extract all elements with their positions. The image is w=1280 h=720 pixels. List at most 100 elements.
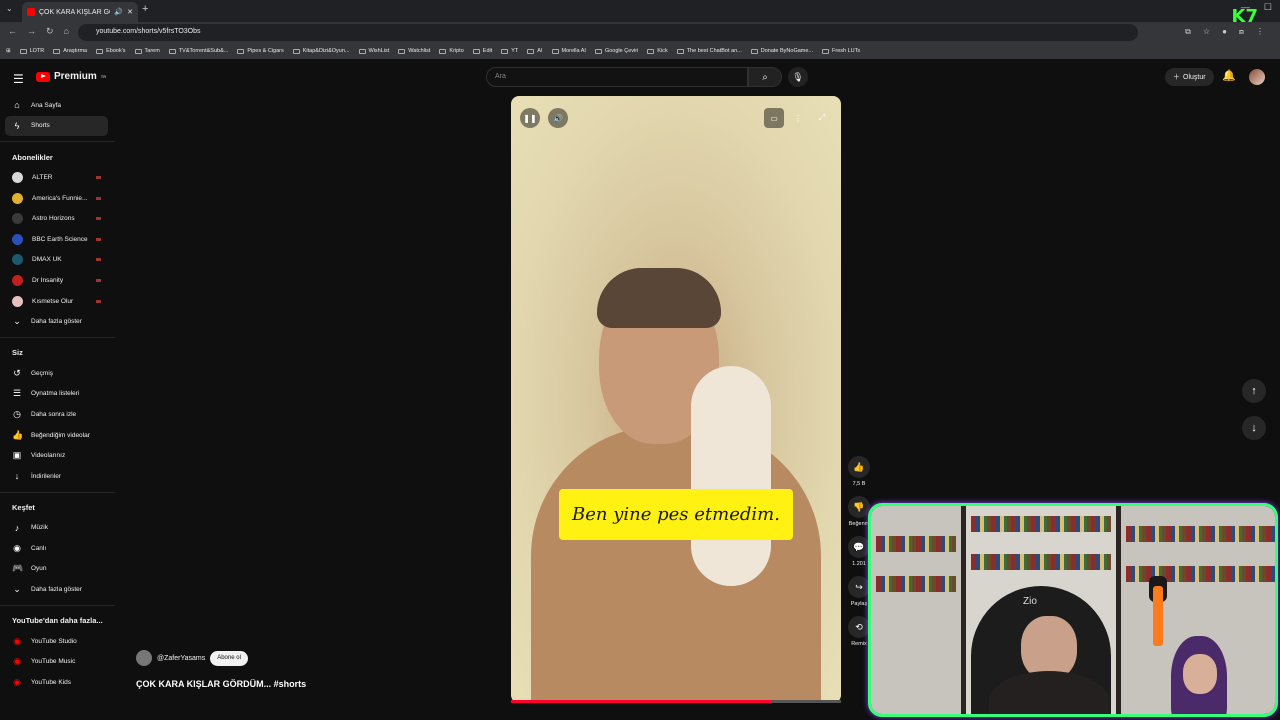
more-options-button[interactable]: ⋮ [788,108,808,128]
sidebar-item[interactable]: Dr Insanity [0,270,115,291]
shorts-video-player[interactable]: ❚❚ 🔊 ▭ ⋮ ⤢ Ben yine pes etmedim. [511,96,841,703]
bookmark-item[interactable]: Kripto [439,48,464,54]
forward-icon[interactable]: → [27,26,36,37]
new-tab-button[interactable]: + [142,3,148,15]
sidebar-item[interactable]: ◉ YouTube Kids [0,672,115,693]
search-button[interactable]: ⌕ [748,67,782,87]
share-button[interactable]: ↪ [848,576,870,598]
bookmark-label: Ebook's [106,48,126,54]
short-title[interactable]: ÇOK KARA KIŞLAR GÖRDÜM... #shorts [136,679,306,689]
bookmark-item[interactable]: YT [501,48,518,54]
remix-button[interactable]: ⟲ [848,616,870,638]
bookmark-item[interactable]: Donate ByNoGame... [750,48,814,54]
back-icon[interactable]: ← [8,26,17,37]
bookmark-item[interactable]: AI [527,48,543,54]
bookmark-label: Watchlist [408,48,431,54]
bookmark-item[interactable]: Tarem [134,48,160,54]
bookmark-label: Donate ByNoGame... [760,48,814,54]
channel-avatar[interactable] [136,650,152,666]
sidebar-section-title[interactable]: Siz [0,343,115,363]
remix-label: Remix [851,641,867,647]
dislike-button[interactable]: 👎 [848,496,870,518]
bookmark-item[interactable]: WishList [358,48,389,54]
browser-tab[interactable]: ÇOK KARA KIŞLAR GÖRDÜM 🔊 ✕ [22,2,138,22]
bookmark-item[interactable]: Watchlist [398,48,430,54]
bookmark-item[interactable]: Fresh LUTs [822,48,860,54]
sidebar-item[interactable]: ☰ Oynatma listeleri [0,384,115,405]
bookmark-star-icon[interactable]: ☆ [1203,27,1210,37]
share-label: Paylaş [850,601,868,607]
bookmark-item[interactable]: Kick [647,48,668,54]
cast-icon[interactable]: ⧉ [1185,27,1191,37]
next-short-button[interactable]: ↓ [1242,416,1266,440]
account-avatar[interactable] [1249,69,1265,85]
sidebar-item[interactable]: DMAX UK [0,250,115,271]
sidebar-item[interactable]: ⌄ Daha fazla göster [0,579,115,600]
video-progress-bar[interactable] [511,700,841,703]
fullscreen-button[interactable]: ⤢ [812,108,832,128]
bookmark-item[interactable]: Araştırma [53,48,87,54]
youtube-logo[interactable]: Premium TR [36,71,106,82]
remix-icon: ⟲ [855,621,863,632]
bookmark-item[interactable]: Google Çeviri [594,48,638,54]
sidebar-item[interactable]: ♪ Müzik [0,518,115,539]
history-icon: ↺ [13,367,21,378]
sidebar-item[interactable]: ◉ YouTube Music [0,651,115,672]
captions-button[interactable]: ▭ [764,108,784,128]
sidebar-item[interactable]: ◷ Daha sonra izle [0,404,115,425]
search-input[interactable]: Ara [486,67,748,87]
bookmark-item[interactable]: LOTR [19,48,44,54]
hamburger-menu-icon[interactable]: ☰ [13,72,24,86]
sidebar-item[interactable]: ⌄ Daha fazla göster [0,311,115,332]
sidebar-item[interactable]: ⌂ Ana Sayfa [0,95,115,116]
notifications-bell-icon[interactable]: 🔔 [1222,69,1236,82]
channel-handle[interactable]: @ZaferYasams [157,655,205,662]
comments-button[interactable]: 💬 [848,536,870,558]
sidebar-item[interactable]: ↓ İndirilenler [0,466,115,487]
sidebar-item[interactable]: 🎮 Oyun [0,559,115,580]
sidebar-item[interactable]: ϟ Shorts [5,115,108,137]
sidebar-item[interactable]: Kısmetse Olur [0,291,115,312]
create-button[interactable]: ＋ Oluştur [1165,68,1214,86]
sidebar-item[interactable]: Astro Horizons [0,208,115,229]
bookmark-item[interactable]: TV&Torrent&Sub&... [168,48,228,54]
sidebar-item[interactable]: BBC Earth Science [0,229,115,250]
sidebar-item[interactable]: ▣ Videolarınız [0,445,115,466]
sidebar-item[interactable]: ↺ Geçmiş [0,363,115,384]
volume-button[interactable]: 🔊 [548,108,568,128]
arrow-down-icon: ↓ [1251,422,1257,434]
bookmark-item[interactable]: Morella AI [551,48,586,54]
reload-icon[interactable]: ↻ [46,26,54,37]
guest-face [1183,654,1217,694]
sidebar-item[interactable]: America's Funnie... [0,188,115,209]
tab-audio-icon[interactable]: 🔊 [114,8,123,16]
previous-short-button[interactable]: ↑ [1242,379,1266,403]
sidebar-item[interactable]: ◉ YouTube Studio [0,631,115,652]
like-button[interactable]: 👍 [848,456,870,478]
sidebar-item[interactable]: ◉ Canlı [0,538,115,559]
sidebar-section-title[interactable]: YouTube'dan daha fazla... [0,611,115,631]
menu-icon[interactable]: ⋮ [1256,27,1264,37]
sidebar-section-title[interactable]: Abonelikler [0,147,115,167]
sidebar-section-title[interactable]: Keşfet [0,498,115,518]
extension-icon[interactable]: ● [1222,27,1227,37]
bookmark-item[interactable]: Pipes & Cigars [237,48,284,54]
bookmark-item[interactable]: Kitap&Dizi&Oyun... [292,48,350,54]
subscribe-button[interactable]: Abone ol [210,650,248,666]
tab-close-icon[interactable]: ✕ [127,8,133,16]
home-icon[interactable]: ⌂ [64,26,69,37]
bookmark-item[interactable]: The best ChatBot an... [676,48,742,54]
bookmark-item[interactable]: Ebook's [96,48,126,54]
pause-button[interactable]: ❚❚ [520,108,540,128]
maximize-icon[interactable]: ☐ [1264,2,1272,13]
url-field[interactable]: youtube.com/shorts/v5frsTO3Obs [78,24,1138,41]
bookmark-item[interactable]: Edit [472,48,492,54]
sidebar-item[interactable]: ALTER [0,167,115,188]
sidebar-item[interactable]: 👍 Beğendiğim videolar [0,425,115,446]
comment-icon: 💬 [853,541,865,552]
extensions-puzzle-icon[interactable]: ⧈ [1239,27,1244,37]
folder-icon [750,48,758,54]
voice-search-button[interactable]: 🎙 [788,67,808,87]
tab-search-icon[interactable]: ⌄ [6,4,13,13]
apps-icon[interactable]: ⊞ [6,48,11,54]
